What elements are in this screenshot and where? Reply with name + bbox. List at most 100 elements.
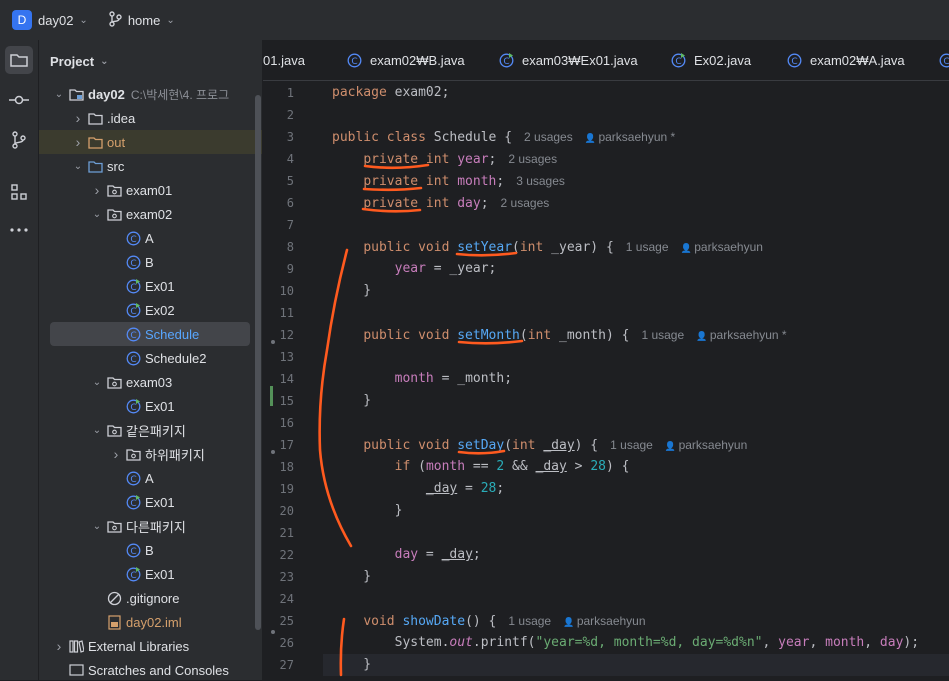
tree-item[interactable]: › .idea [39, 106, 262, 130]
tree-item[interactable]: .gitignore [39, 586, 262, 610]
tree-item[interactable]: ⌄ exam03 [39, 370, 262, 394]
code-line[interactable]: } [332, 390, 371, 412]
tree-item[interactable]: Scratches and Consoles [39, 658, 262, 680]
chevron-right-icon[interactable]: › [71, 134, 85, 150]
tree-item[interactable]: CA [39, 466, 262, 490]
chevron-down-icon[interactable]: ⌄ [90, 425, 104, 436]
code-line[interactable]: package exam02; [332, 82, 449, 104]
tree-item[interactable]: C Schedule [39, 322, 262, 346]
code-token: _month) { [559, 328, 630, 343]
chevron-right-icon[interactable]: › [90, 182, 104, 198]
code-line[interactable]: System.out.printf("year=%d, month=%d, da… [332, 632, 919, 654]
code-line[interactable]: } [332, 280, 371, 302]
editor-tab[interactable]: C [939, 40, 949, 80]
branch-name[interactable]: home [128, 13, 161, 28]
code-line[interactable]: public void setDay(int _day) {1 usage 👤 p… [332, 434, 747, 456]
chevron-down-icon[interactable]: ⌄ [71, 161, 85, 172]
tree-item[interactable]: ⌄ src [39, 154, 262, 178]
project-badge[interactable]: D [12, 10, 32, 30]
editor-tab[interactable]: Cexam02₩B.java [347, 40, 465, 80]
editor-tab[interactable]: 01.java [263, 40, 305, 80]
project-scrollbar[interactable] [255, 95, 261, 630]
code-line[interactable]: public void setMonth(int _month) {1 usag… [332, 324, 786, 346]
tree-item[interactable]: C Ex01 [39, 274, 262, 298]
tree-item[interactable]: › out [39, 130, 262, 154]
author-hint[interactable]: 👤 parksaehyun [563, 614, 645, 628]
tree-item[interactable]: CB [39, 250, 262, 274]
tree-item[interactable]: C Ex02 [39, 298, 262, 322]
usages-hint[interactable]: 2 usages [501, 196, 550, 210]
project-header[interactable]: Project ⌄ [39, 40, 262, 82]
usages-hint[interactable]: 2 usages [508, 152, 557, 166]
code-line[interactable]: } [332, 566, 371, 588]
code-line[interactable]: void showDate() {1 usage 👤 parksaehyun [332, 610, 645, 632]
structure-icon[interactable] [5, 178, 33, 206]
tree-item-label: 다른패키지 [126, 519, 186, 535]
chevron-right-icon[interactable]: › [52, 638, 66, 654]
usages-hint[interactable]: 1 usage 👤 parksaehyun [626, 240, 763, 254]
code-line[interactable]: private int day; 2 usages [332, 192, 549, 214]
code-line[interactable]: } [332, 654, 371, 676]
author-hint[interactable]: 👤 parksaehyun [681, 240, 763, 254]
editor-tab[interactable]: Cexam03₩Ex01.java [499, 40, 638, 80]
chevron-down-icon[interactable]: ⌄ [90, 377, 104, 388]
chevron-down-icon[interactable]: ⌄ [166, 15, 174, 26]
commit-icon[interactable] [5, 86, 33, 114]
editor-tab[interactable]: Cexam02₩A.java [787, 40, 905, 80]
tree-item[interactable]: CB [39, 538, 262, 562]
chevron-down-icon[interactable]: ⌄ [100, 56, 108, 67]
more-icon[interactable] [5, 216, 33, 244]
tree-item[interactable]: › 하위패키지 [39, 442, 262, 466]
usages-hint[interactable]: 3 usages [516, 174, 565, 188]
tree-item[interactable]: day02.iml [39, 610, 262, 634]
author-hint[interactable]: 👤 parksaehyun * [696, 328, 786, 342]
tree-item[interactable]: ⌄ day02 C:\박세현\4. 프로그 [39, 82, 262, 106]
editor: 01.java Cexam02₩B.java Cexam03₩Ex01.java C E… [263, 40, 949, 680]
tree-item[interactable]: C Schedule2 [39, 346, 262, 370]
tree-item[interactable]: C Ex01 [39, 562, 262, 586]
tree-item[interactable]: ⌄ 다른패키지 [39, 514, 262, 538]
tree-item[interactable]: C Ex01 [39, 394, 262, 418]
code-line[interactable]: public class Schedule {2 usages 👤 parksae… [332, 126, 675, 148]
git-branch-icon[interactable] [108, 10, 122, 30]
usages-hint[interactable]: 1 usage 👤 parksaehyun [610, 438, 747, 452]
code-line[interactable]: _day = 28; [332, 478, 504, 500]
line-number: 8 [286, 240, 294, 254]
tree-item[interactable]: ⌄ 같은패키지 [39, 418, 262, 442]
author-hint[interactable]: 👤 parksaehyun * [585, 130, 675, 144]
author-hint[interactable]: 👤 parksaehyun [665, 438, 747, 452]
code-line[interactable]: public void setYear(int _year) {1 usage 👤… [332, 236, 763, 258]
code-line[interactable]: if (month == 2 && _day > 28) { [332, 456, 630, 478]
code-token: , [762, 635, 779, 650]
tree-item[interactable]: CA [39, 226, 262, 250]
tree-item[interactable]: › External Libraries [39, 634, 262, 658]
chevron-right-icon[interactable]: › [109, 446, 123, 462]
project-name[interactable]: day02 [38, 13, 73, 28]
code-token: == [465, 459, 497, 474]
tree-item[interactable]: ⌄ exam02 [39, 202, 262, 226]
tree-item[interactable]: C Ex01 [39, 490, 262, 514]
code-line[interactable]: year = _year; [332, 258, 497, 280]
chevron-down-icon[interactable]: ⌄ [90, 521, 104, 532]
code-token: public class [332, 130, 434, 145]
line-number: 19 [279, 482, 294, 496]
usages-hint[interactable]: 1 usage 👤 parksaehyun [508, 614, 645, 628]
tree-item[interactable]: › exam01 [39, 178, 262, 202]
code-line[interactable]: } [332, 500, 403, 522]
chevron-down-icon[interactable]: ⌄ [90, 209, 104, 220]
chevron-down-icon[interactable]: ⌄ [52, 89, 66, 100]
editor-tab[interactable]: C Ex02.java [671, 40, 751, 80]
person-icon: 👤 [696, 331, 710, 341]
usages-hint[interactable]: 1 usage 👤 parksaehyun * [641, 328, 786, 342]
chevron-right-icon[interactable]: › [71, 110, 85, 126]
svg-text:C: C [943, 57, 949, 67]
folder-icon[interactable] [5, 46, 33, 74]
tree-item-label: 하위패키지 [145, 447, 205, 463]
chevron-down-icon[interactable]: ⌄ [79, 15, 87, 26]
code-line[interactable]: private int year; 2 usages [332, 148, 557, 170]
code-line[interactable]: month = _month; [332, 368, 512, 390]
git-branches-icon[interactable] [5, 126, 33, 154]
code-line[interactable]: private int month; 3 usages [332, 170, 565, 192]
code-line[interactable]: day = _day; [332, 544, 481, 566]
usages-hint[interactable]: 2 usages 👤 parksaehyun * [524, 130, 675, 144]
